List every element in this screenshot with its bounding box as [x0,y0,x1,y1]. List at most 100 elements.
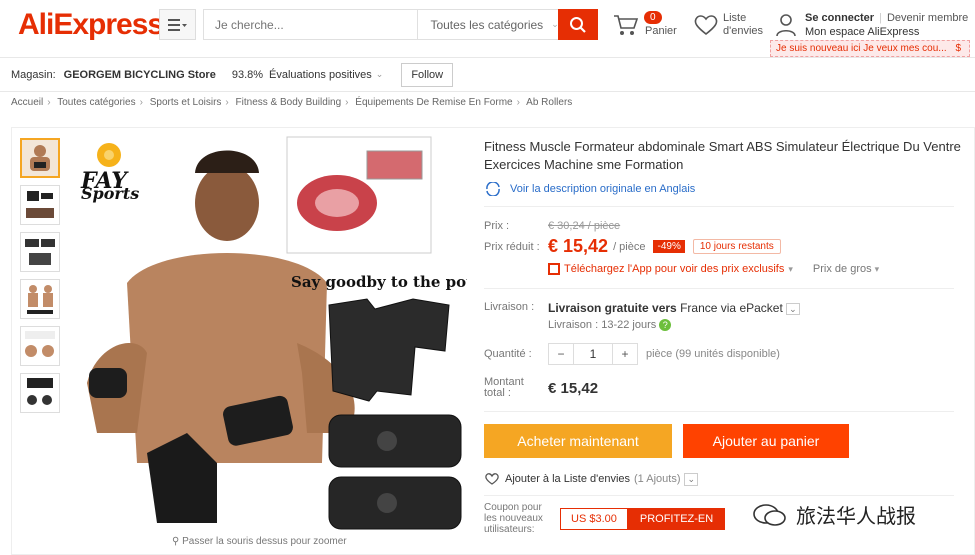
product-info: Fitness Muscle Formateur abdominale Smar… [484,138,964,535]
watermark: 旅法华人战报 [752,500,916,529]
breadcrumb-item[interactable]: Toutes catégories [57,97,135,108]
quantity-input[interactable]: 1 [573,344,613,364]
price-label: Prix : [484,220,510,232]
store-bar: Magasin: GEORGEM BICYCLING Store 93.8% É… [0,58,975,92]
coupon-label-line3: utilisateurs: [484,524,535,535]
thumbnail-image[interactable] [20,232,60,272]
app-promo-link[interactable]: Téléchargez l'App pour voir des prix exc… [564,263,784,275]
thumbnail-image[interactable] [20,326,60,366]
site-header: AliExpress™ Toutes les catégories⌄ Panie… [0,0,975,58]
original-price: € 30,24 / pièce [548,220,621,232]
zoom-icon: ⚲ [172,536,183,547]
thumbnail-image[interactable] [20,279,60,319]
buy-now-button[interactable]: Acheter maintenant [484,424,672,458]
chevron-down-icon: ⌄ [375,69,384,79]
discount-price-label: Prix réduit : [484,240,540,253]
chevron-down-icon[interactable]: ⌄ [684,472,699,486]
register-link[interactable]: Devenir membre [887,12,968,24]
brand-subname: Sports [81,184,139,203]
wishlist-link[interactable]: Liste d'envies [693,12,763,38]
cart-icon [614,14,639,35]
breadcrumb-item[interactable]: Sports et Loisirs [150,97,222,108]
store-label: Magasin: [11,68,56,81]
quantity-stepper: − 1 + [548,343,638,365]
coupon-label-line1: Coupon pour [484,502,542,513]
follow-button[interactable]: Follow [401,62,454,87]
store-name-link[interactable]: GEORGEM BICYCLING Store [64,69,216,81]
product-title: Fitness Muscle Formateur abdominale Smar… [484,139,961,172]
logo-text: AliExpress [18,8,164,41]
delivery-time: 13-22 jours [601,319,657,331]
discount-badge: -49% [653,240,685,253]
search-category-label: Toutes les catégories [430,17,544,32]
search-icon [570,16,586,33]
plus-button[interactable]: + [613,347,637,361]
qr-code-icon [548,263,560,275]
wishlist-label-line2: d'envies [723,25,764,37]
heart-add-icon [485,473,499,485]
thumbnail-image[interactable] [20,138,60,178]
product-panel: FAY Sports Say goodby to the pot bell [11,127,975,555]
account-area: Se connecter | Devenir membre Mon espace A… [775,11,968,39]
quantity-label: Quantité : [484,348,532,360]
thumbnail-image[interactable] [20,373,60,413]
category-menu-button[interactable] [159,9,196,40]
search-button[interactable] [558,9,598,40]
breadcrumb-item[interactable]: Fitness & Body Building [236,97,342,108]
user-icon [776,14,796,37]
original-description-link[interactable]: Voir la description originale en Anglais [484,182,964,196]
watermark-text: 旅法华人战报 [796,506,916,528]
delivery-time-label: Livraison : [548,319,599,331]
days-remaining-badge: 10 jours restants [692,239,781,254]
coupon-label: Coupon pour les nouveaux utilisateurs: [484,502,556,535]
stock-available: pièce (99 unités disponible) [646,348,780,360]
zoom-hint-text: Passer la souris dessus pour zoomer [182,536,347,547]
product-main-image[interactable]: FAY Sports Say goodby to the pot bell [67,133,467,533]
breadcrumb: Accueil › Toutes catégories › Sports et Lo… [11,97,573,108]
my-account-link[interactable]: Mon espace AliExpress [805,25,968,39]
breadcrumb-item[interactable]: Équipements De Remise En Forme [355,97,512,108]
aliexpress-logo[interactable]: AliExpress™ [18,8,171,42]
thumbnail-list [20,138,60,420]
promo-text: Je suis nouveau ici Je veux mes cou... [776,43,947,54]
thumbnail-image[interactable] [20,185,60,225]
new-user-promo-banner[interactable]: Je suis nouveau ici Je veux mes cou... $ [770,40,970,57]
store-rating: 93.8% [231,68,264,81]
total-label-line2: total : [484,387,511,399]
brand-logo [97,143,121,167]
claim-coupon-button[interactable]: PROFITEZ-EN [627,507,726,530]
add-wishlist-link[interactable]: Ajouter à la Liste d'envies [505,473,630,485]
heart-icon [694,15,718,36]
wholesale-price-link[interactable]: Prix de gros [813,263,872,275]
delivery-label: Livraison : [484,301,535,313]
breadcrumb-item[interactable]: Accueil [11,97,43,108]
chevron-down-icon: ▾ [874,263,880,274]
wishlist-count: (1 Ajouts) [634,473,681,485]
add-to-cart-button[interactable]: Ajouter au panier [683,424,849,458]
dollar-icon: $ [955,43,961,54]
search-bar: Toutes les catégories⌄ [203,9,598,40]
cart-label: Panier [645,25,677,37]
breadcrumb-item[interactable]: Ab Rollers [526,97,572,108]
signin-link[interactable]: Se connecter [805,12,874,24]
delivery-method: via ePacket [720,301,783,315]
store-rating-label[interactable]: Évaluations positives [269,69,372,81]
chevron-down-icon: ▾ [788,263,793,274]
hamburger-icon [167,18,187,31]
image-caption: Say goodby to the pot bell [291,273,467,291]
coupon-label-line2: les nouveaux [484,513,543,524]
total-label: Montant total : [484,377,548,399]
help-icon[interactable]: ? [659,319,672,331]
translate-icon [486,182,500,196]
zoom-hint: ⚲ Passer la souris dessus pour zoomer [172,536,347,547]
price-unit: / pièce [613,240,646,253]
search-input[interactable] [204,10,418,39]
cart-count-badge: 0 [644,11,662,24]
original-description-text: Voir la description originale en Anglais [510,183,696,195]
discount-price: € 15,42 [548,236,609,256]
minus-button[interactable]: − [549,347,573,361]
delivery-country: France [680,301,718,315]
wechat-icon [753,503,786,526]
chevron-down-icon[interactable]: ⌄ [786,303,800,315]
wishlist-label-line1: Liste [723,12,747,24]
